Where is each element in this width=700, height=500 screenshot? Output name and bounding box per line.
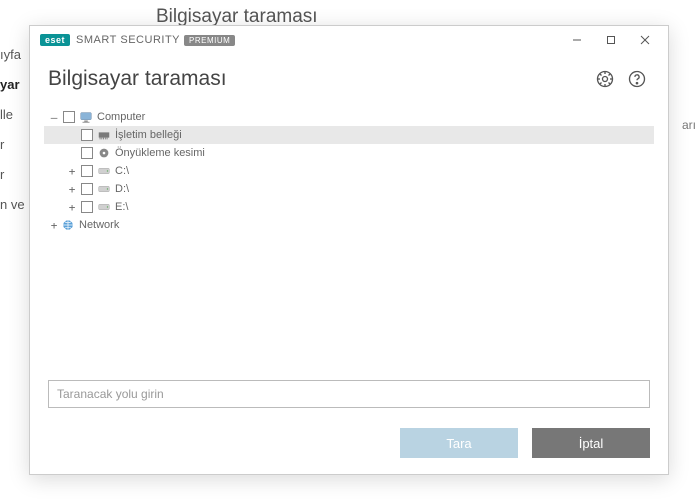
tree-row[interactable]: + C:\ xyxy=(44,162,654,180)
checkbox[interactable] xyxy=(81,129,93,141)
maximize-button[interactable] xyxy=(594,28,628,52)
scan-button[interactable]: Tara xyxy=(400,428,518,458)
checkbox[interactable] xyxy=(81,147,93,159)
scan-tree: —Computer+İşletim belleği+Önyükleme kesi… xyxy=(30,102,668,366)
titlebar: eset SMART SECURITY PREMIUM xyxy=(30,26,668,54)
checkbox[interactable] xyxy=(81,183,93,195)
help-button[interactable] xyxy=(624,66,650,92)
tree-node-label: Önyükleme kesimi xyxy=(114,147,205,159)
brand-text: SMART SECURITY xyxy=(76,34,180,46)
background-right-text: arı xyxy=(682,118,696,132)
tree-node-label: E:\ xyxy=(114,201,128,213)
memory-icon xyxy=(97,128,111,142)
computer-icon xyxy=(79,110,93,124)
expander-icon[interactable]: + xyxy=(66,183,78,196)
drive-icon xyxy=(97,200,111,214)
boot-icon xyxy=(97,146,111,160)
minimize-button[interactable] xyxy=(560,28,594,52)
tree-node-label: Computer xyxy=(96,111,145,123)
cancel-button[interactable]: İptal xyxy=(532,428,650,458)
tree-row[interactable]: + Network xyxy=(44,216,654,234)
expander-icon[interactable]: + xyxy=(66,201,78,214)
settings-button[interactable] xyxy=(592,66,618,92)
bottom-panel: Tara İptal xyxy=(30,366,668,474)
tree-row[interactable]: +Önyükleme kesimi xyxy=(44,144,654,162)
tree-node-label: D:\ xyxy=(114,183,129,195)
close-button[interactable] xyxy=(628,28,662,52)
expander-icon[interactable]: + xyxy=(48,219,60,232)
eset-logo: eset xyxy=(40,34,70,46)
checkbox[interactable] xyxy=(81,165,93,177)
tree-row[interactable]: + E:\ xyxy=(44,198,654,216)
tree-row[interactable]: — Computer xyxy=(44,108,654,126)
expander-icon[interactable]: + xyxy=(66,165,78,178)
path-input[interactable] xyxy=(48,380,650,408)
scan-dialog: eset SMART SECURITY PREMIUM Bilgisayar t… xyxy=(29,25,669,475)
drive-icon xyxy=(97,182,111,196)
network-icon xyxy=(61,218,75,232)
tree-row[interactable]: +İşletim belleği xyxy=(44,126,654,144)
premium-badge: PREMIUM xyxy=(184,35,235,46)
drive-icon xyxy=(97,164,111,178)
tree-row[interactable]: + D:\ xyxy=(44,180,654,198)
tree-node-label: C:\ xyxy=(114,165,129,177)
header: Bilgisayar taraması xyxy=(30,54,668,102)
background-left-nav: ıyfa yar lle r r n ve xyxy=(0,40,25,220)
checkbox[interactable] xyxy=(81,201,93,213)
expander-icon[interactable]: — xyxy=(48,111,60,124)
tree-node-label: Network xyxy=(78,219,119,231)
page-title: Bilgisayar taraması xyxy=(48,67,586,91)
checkbox[interactable] xyxy=(63,111,75,123)
tree-node-label: İşletim belleği xyxy=(114,129,182,141)
